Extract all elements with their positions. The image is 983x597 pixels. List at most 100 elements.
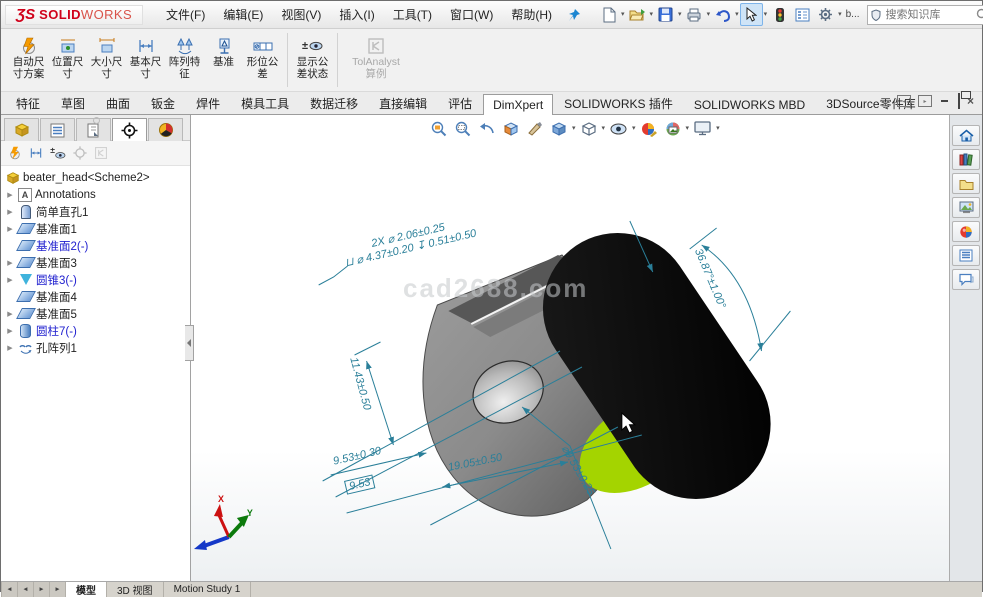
tree-item-plane2[interactable]: 基准面2(-) (1, 237, 190, 254)
panel-show-tolerance-icon[interactable]: ± (50, 146, 66, 160)
search-input[interactable] (884, 8, 976, 22)
menu-file[interactable]: 文件(F) (157, 2, 214, 27)
pin-menu-icon[interactable] (567, 8, 581, 22)
home-button[interactable] (952, 125, 980, 146)
doc-restore-button[interactable] (958, 94, 960, 108)
tab-weldments[interactable]: 焊件 (186, 91, 230, 114)
save-button[interactable] (654, 3, 677, 26)
tab-data-migration[interactable]: 数据迁移 (300, 91, 368, 114)
display-style-button[interactable] (577, 116, 601, 141)
panel-basic-dimension-icon[interactable] (29, 146, 43, 160)
select-tool-button[interactable] (740, 3, 763, 26)
tab-solidworks-mbd[interactable]: SOLIDWORKS MBD (684, 94, 815, 114)
tab-sheet-metal[interactable]: 钣金 (141, 91, 185, 114)
tree-item-simple-hole[interactable]: ▶ 简单直孔1 (1, 203, 190, 220)
display-style-caret-icon[interactable]: ▾ (602, 124, 606, 134)
b-toolbar-flag[interactable]: b... (843, 3, 863, 26)
geometric-tolerance-button[interactable]: 形位公 差 (243, 29, 282, 91)
tab-featuremanager-tree[interactable] (4, 118, 39, 141)
undo-button[interactable] (711, 3, 734, 26)
file-explorer-button[interactable] (952, 173, 980, 194)
tree-root-part[interactable]: beater_head<Scheme2> (1, 169, 190, 186)
rebuild-button[interactable] (768, 3, 791, 26)
tab-solidworks-addins[interactable]: SOLIDWORKS 插件 (554, 91, 683, 114)
datum-button[interactable]: 基准 (204, 29, 243, 91)
apply-scene-caret-icon[interactable]: ▾ (686, 124, 690, 134)
settings-gear-button[interactable] (814, 3, 837, 26)
view-orientation-caret-icon[interactable]: ▾ (572, 124, 576, 134)
tab-dimxpertmanager[interactable] (112, 118, 147, 141)
select-tool-caret-icon[interactable]: ▾ (764, 10, 768, 20)
previous-sheet-button[interactable]: ◄ (18, 582, 34, 597)
edit-appearance-button[interactable] (637, 116, 661, 141)
tab-surfaces[interactable]: 曲面 (96, 91, 140, 114)
menu-window[interactable]: 窗口(W) (441, 2, 502, 27)
dock-pane-left-icon[interactable]: ◂ (897, 95, 911, 107)
panel-grip[interactable] (93, 117, 100, 124)
menu-tools[interactable]: 工具(T) (384, 2, 441, 27)
tab-features[interactable]: 特征 (6, 91, 50, 114)
expand-arrow-icon[interactable]: ▶ (5, 310, 15, 318)
zoom-to-fit-button[interactable] (427, 116, 451, 141)
settings-caret-icon[interactable]: ▾ (838, 10, 842, 20)
auto-dimension-scheme-button[interactable]: 自动尺 寸方案 (9, 29, 48, 91)
tab-3d-views[interactable]: 3D 视图 (107, 582, 164, 597)
tree-item-annotations[interactable]: ▶ A Annotations (1, 186, 190, 203)
view-orientation-button[interactable] (547, 116, 571, 141)
hide-show-caret-icon[interactable]: ▾ (632, 124, 636, 134)
expand-arrow-icon[interactable]: ▶ (5, 344, 15, 352)
tab-sketch[interactable]: 草图 (51, 91, 95, 114)
search-icon[interactable] (976, 8, 983, 21)
tree-item-hole-pattern[interactable]: ▶ 孔阵列1 (1, 339, 190, 356)
tree-item-plane5[interactable]: ▶ 基准面5 (1, 305, 190, 322)
pattern-feature-button[interactable]: 阵列特 征 (165, 29, 204, 91)
design-library-button[interactable] (952, 149, 980, 170)
tree-item-plane4[interactable]: 基准面4 (1, 288, 190, 305)
new-document-button[interactable] (597, 3, 620, 26)
save-caret-icon[interactable]: ▾ (678, 10, 682, 20)
tab-displaymanager[interactable] (148, 118, 183, 141)
basic-dimension-button[interactable]: 基本尺 寸 (126, 29, 165, 91)
apply-scene-button[interactable] (661, 116, 685, 141)
print-button[interactable] (683, 3, 706, 26)
tab-evaluate[interactable]: 评估 (438, 91, 482, 114)
panel-auto-dimension-icon[interactable] (8, 146, 22, 160)
appearances-scenes-button[interactable] (952, 221, 980, 242)
next-sheet-button[interactable]: ► (34, 582, 50, 597)
dynamic-annotation-views-button[interactable] (523, 116, 547, 141)
options-list-button[interactable] (791, 3, 814, 26)
show-tolerance-status-button[interactable]: ± 显示公 差状态 (293, 29, 332, 91)
dock-pane-right-icon[interactable]: ▸ (918, 95, 932, 107)
expand-arrow-icon[interactable]: ▶ (5, 327, 15, 335)
menu-help[interactable]: 帮助(H) (502, 2, 561, 27)
hide-show-items-button[interactable] (606, 116, 631, 141)
view-palette-button[interactable] (952, 197, 980, 218)
custom-properties-button[interactable] (952, 245, 980, 266)
tab-motion-study[interactable]: Motion Study 1 (164, 582, 252, 597)
first-sheet-button[interactable]: ◄ (1, 582, 18, 597)
view-settings-button[interactable] (690, 116, 715, 141)
previous-view-button[interactable] (475, 116, 499, 141)
menu-insert[interactable]: 插入(I) (330, 2, 383, 27)
zoom-to-area-button[interactable] (451, 116, 475, 141)
expand-arrow-icon[interactable]: ▶ (5, 259, 15, 267)
menu-view[interactable]: 视图(V) (272, 2, 330, 27)
expand-arrow-icon[interactable]: ▶ (5, 225, 15, 233)
section-view-button[interactable] (499, 116, 523, 141)
tab-model[interactable]: 模型 (66, 582, 107, 597)
undo-caret-icon[interactable]: ▾ (735, 10, 739, 20)
print-caret-icon[interactable]: ▾ (707, 10, 711, 20)
graphics-area[interactable]: cad2688.com (191, 115, 949, 581)
size-dimension-button[interactable]: 大小尺 寸 (87, 29, 126, 91)
expand-arrow-icon[interactable]: ▶ (5, 276, 15, 284)
open-document-button[interactable] (626, 3, 649, 26)
tab-direct-editing[interactable]: 直接编辑 (369, 91, 437, 114)
view-settings-caret-icon[interactable]: ▾ (716, 124, 720, 134)
tree-item-cylinder7[interactable]: ▶ 圆柱7(-) (1, 322, 190, 339)
menu-edit[interactable]: 编辑(E) (214, 2, 272, 27)
tree-item-cone3[interactable]: ▶ 圆锥3(-) (1, 271, 190, 288)
last-sheet-button[interactable]: ► (50, 582, 66, 597)
tab-dimxpert[interactable]: DimXpert (483, 94, 553, 115)
new-document-caret-icon[interactable]: ▾ (621, 10, 625, 20)
expand-arrow-icon[interactable]: ▶ (5, 208, 15, 216)
